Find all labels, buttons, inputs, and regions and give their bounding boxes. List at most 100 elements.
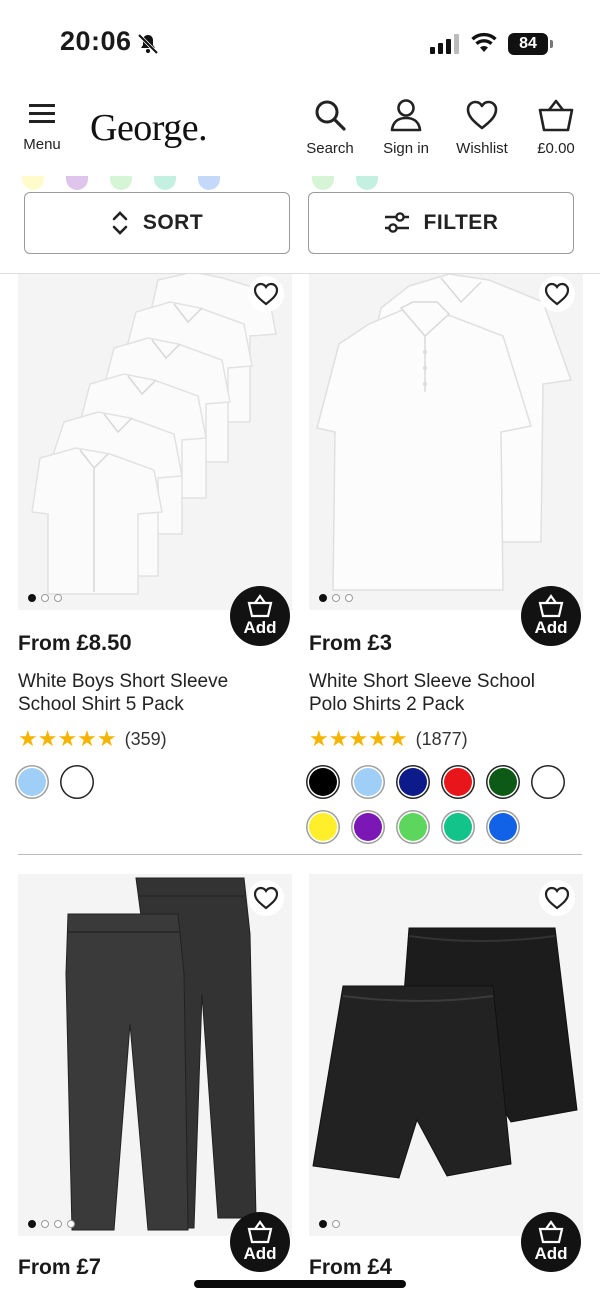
add-to-basket-button[interactable]: Add xyxy=(230,586,290,646)
menu-label: Menu xyxy=(23,136,61,153)
carousel-dot[interactable] xyxy=(332,1220,340,1228)
carousel-dot[interactable] xyxy=(345,594,353,602)
wishlist-toggle[interactable] xyxy=(539,276,575,312)
colour-swatch[interactable] xyxy=(534,768,562,796)
sort-filter-bar: SORT FILTER xyxy=(0,190,600,274)
price-value: £7 xyxy=(76,1254,101,1279)
carousel-dot[interactable] xyxy=(54,1220,62,1228)
battery-indicator: 84 xyxy=(508,33,553,55)
george-logo[interactable]: George. xyxy=(90,106,208,150)
product-rating[interactable]: ★★★★★ (359) xyxy=(18,726,292,752)
carousel-dot[interactable] xyxy=(332,594,340,602)
search-label: Search xyxy=(306,140,354,157)
carousel-dot[interactable] xyxy=(28,594,36,602)
status-time: 20:06 xyxy=(60,26,132,56)
image-carousel-dots[interactable] xyxy=(28,1220,75,1228)
star-rating-icon: ★★★★★ xyxy=(309,726,408,751)
search-icon xyxy=(315,100,346,131)
row-divider xyxy=(18,854,582,855)
product-card[interactable]: Add From £7 xyxy=(18,874,292,1280)
add-label: Add xyxy=(243,618,277,637)
basket-button[interactable]: £0.00 xyxy=(530,98,582,157)
colour-swatch[interactable] xyxy=(18,768,46,796)
signal-icon xyxy=(430,34,459,54)
colour-swatch[interactable] xyxy=(309,813,337,841)
product-image[interactable] xyxy=(309,874,583,1236)
colour-swatch[interactable] xyxy=(489,768,517,796)
wishlist-toggle[interactable] xyxy=(248,276,284,312)
add-to-basket-button[interactable]: Add xyxy=(521,586,581,646)
sort-button[interactable]: SORT xyxy=(24,192,290,254)
product-title-line: School Shirt 5 Pack xyxy=(18,694,184,715)
filter-button[interactable]: FILTER xyxy=(308,192,574,254)
star-rating-icon: ★★★★★ xyxy=(18,726,117,751)
menu-button[interactable]: Menu xyxy=(20,98,64,153)
faded-swatch xyxy=(312,176,334,190)
add-to-basket-button[interactable]: Add xyxy=(521,1212,581,1272)
image-carousel-dots[interactable] xyxy=(319,594,353,602)
colour-swatch[interactable] xyxy=(63,768,91,796)
heart-icon xyxy=(466,100,498,130)
sort-label: SORT xyxy=(142,211,204,234)
review-count: (1877) xyxy=(415,728,468,749)
carousel-dot[interactable] xyxy=(67,1220,75,1228)
product-card[interactable]: Add From £3 White Short Sleeve School Pol… xyxy=(309,272,583,841)
colour-swatch[interactable] xyxy=(354,768,382,796)
school-shorts-image xyxy=(309,874,583,1236)
product-image[interactable] xyxy=(309,272,583,610)
polo-shirt-2-pack-image xyxy=(309,272,583,610)
basket-icon xyxy=(538,1220,564,1244)
product-image[interactable] xyxy=(18,874,292,1236)
sign-in-button[interactable]: Sign in xyxy=(380,98,432,157)
colour-swatch[interactable] xyxy=(354,813,382,841)
sign-in-label: Sign in xyxy=(383,140,429,157)
user-icon xyxy=(390,99,422,132)
carousel-dot[interactable] xyxy=(319,594,327,602)
price-value: £3 xyxy=(367,630,392,655)
faded-swatch xyxy=(22,176,44,190)
wishlist-toggle[interactable] xyxy=(248,880,284,916)
product-title-line: Polo Shirts 2 Pack xyxy=(309,694,465,715)
heart-icon xyxy=(253,886,279,910)
colour-swatch[interactable] xyxy=(444,768,472,796)
site-header: Menu George. Search Sign in Wishlist £0.… xyxy=(0,98,600,170)
basket-total: £0.00 xyxy=(537,140,575,157)
search-button[interactable]: Search xyxy=(304,98,356,157)
colour-swatch[interactable] xyxy=(489,813,517,841)
add-label: Add xyxy=(534,1244,568,1263)
product-card[interactable]: Add From £8.50 White Boys Short Sleeve Sc… xyxy=(18,272,292,796)
product-card[interactable]: Add From £4 xyxy=(309,874,583,1280)
colour-swatch[interactable] xyxy=(399,768,427,796)
logo-text: George xyxy=(90,107,199,149)
wishlist-toggle[interactable] xyxy=(539,880,575,916)
carousel-dot[interactable] xyxy=(41,1220,49,1228)
faded-swatch xyxy=(198,176,220,190)
product-title[interactable]: White Boys Short Sleeve School Shirt 5 P… xyxy=(18,670,292,716)
image-carousel-dots[interactable] xyxy=(319,1220,340,1228)
colour-swatches xyxy=(18,768,288,796)
price-value: £8.50 xyxy=(76,630,132,655)
product-rating[interactable]: ★★★★★ (1877) xyxy=(309,726,583,752)
colour-swatch[interactable] xyxy=(399,813,427,841)
wishlist-button[interactable]: Wishlist xyxy=(452,98,512,157)
product-title-line: White Boys Short Sleeve xyxy=(18,671,229,692)
add-to-basket-button[interactable]: Add xyxy=(230,1212,290,1272)
carousel-dot[interactable] xyxy=(319,1220,327,1228)
basket-icon xyxy=(538,99,574,132)
from-label: From xyxy=(309,1256,362,1279)
image-carousel-dots[interactable] xyxy=(28,594,62,602)
carousel-dot[interactable] xyxy=(28,1220,36,1228)
filter-label: FILTER xyxy=(423,211,499,234)
heart-icon xyxy=(253,282,279,306)
status-bar: 20:06 84 xyxy=(0,0,600,88)
faded-swatch xyxy=(154,176,176,190)
add-label: Add xyxy=(534,618,568,637)
carousel-dot[interactable] xyxy=(41,594,49,602)
carousel-dot[interactable] xyxy=(54,594,62,602)
from-label: From xyxy=(309,632,362,655)
product-title[interactable]: White Short Sleeve School Polo Shirts 2 … xyxy=(309,670,583,716)
colour-swatch[interactable] xyxy=(444,813,472,841)
colour-swatch[interactable] xyxy=(309,768,337,796)
home-indicator[interactable] xyxy=(194,1280,406,1288)
product-image[interactable] xyxy=(18,272,292,610)
